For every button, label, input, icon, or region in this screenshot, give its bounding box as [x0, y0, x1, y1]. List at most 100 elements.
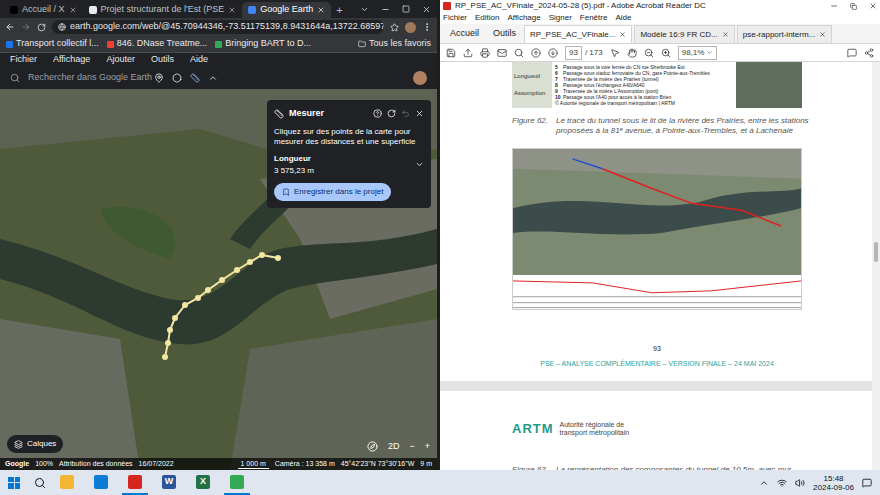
save-button[interactable]: Enregistrer dans le projet [274, 183, 391, 201]
compass-icon[interactable] [367, 441, 378, 452]
bookmark-item[interactable]: Transport collectif l... [6, 37, 99, 51]
zoom-in-icon[interactable] [661, 48, 671, 58]
bookmark-star-icon[interactable] [390, 23, 399, 32]
close-icon[interactable] [228, 6, 236, 14]
close-icon[interactable] [69, 6, 77, 14]
browser-tab[interactable]: Google Earth [242, 2, 331, 18]
comment-icon[interactable] [847, 48, 857, 58]
menu-item[interactable]: Fenêtre [580, 12, 608, 24]
tab-search-icon[interactable] [360, 5, 369, 14]
clock[interactable]: 15:482024-09-06 [813, 474, 854, 492]
prev-page-icon[interactable] [531, 48, 541, 58]
menu-item[interactable]: Signer [549, 12, 572, 24]
bookmark-item[interactable]: Bringing BART to D... [215, 37, 311, 51]
close-icon[interactable] [415, 109, 424, 118]
close-tab-icon[interactable] [722, 31, 729, 38]
profile-avatar-icon[interactable] [405, 22, 416, 33]
select-icon[interactable] [610, 48, 620, 58]
scrollbar[interactable] [872, 62, 880, 470]
view-2d-button[interactable]: 2D [388, 440, 400, 454]
polygon-icon[interactable] [172, 73, 182, 83]
taskbar-app[interactable] [54, 470, 80, 495]
nav-tab[interactable]: Outils [487, 25, 522, 43]
undo-icon[interactable] [401, 109, 410, 118]
measure-point[interactable] [167, 327, 173, 333]
measure-point[interactable] [234, 267, 240, 273]
taskbar-app[interactable] [122, 470, 148, 495]
minimize-icon[interactable] [830, 2, 838, 10]
taskbar-app[interactable]: W [156, 470, 182, 495]
page-input[interactable]: 93 [565, 46, 582, 60]
forward-icon[interactable] [21, 22, 31, 32]
menu-item[interactable]: Aide [190, 53, 208, 67]
mail-icon[interactable] [497, 48, 507, 58]
measure-point[interactable] [259, 252, 265, 258]
upload-icon[interactable] [463, 48, 473, 58]
reload-icon[interactable] [37, 23, 46, 32]
browser-tab[interactable]: Projet structurant de l'Est (PSE [83, 2, 243, 18]
minimize-icon[interactable] [381, 5, 390, 14]
measure-point[interactable] [172, 315, 178, 321]
measure-point[interactable] [275, 255, 281, 261]
menu-item[interactable]: Affichage [53, 53, 90, 67]
zoom-select[interactable]: 98,1% [678, 46, 718, 60]
measure-point[interactable] [182, 302, 188, 308]
measure-point[interactable] [162, 354, 168, 360]
search-icon[interactable] [34, 477, 46, 489]
restore-icon[interactable] [850, 3, 857, 10]
reset-icon[interactable] [387, 109, 396, 118]
menu-item[interactable]: Affichage [507, 12, 540, 24]
ruler-icon[interactable] [190, 73, 200, 83]
help-icon[interactable] [373, 109, 382, 118]
close-window-icon[interactable] [422, 5, 431, 14]
close-tab-icon[interactable] [819, 31, 826, 38]
scroll-thumb[interactable] [874, 242, 878, 262]
address-bar[interactable]: earth.google.com/web/@45.70944346,-73.51… [52, 20, 384, 34]
network-icon[interactable] [777, 478, 787, 488]
zoom-out-icon[interactable] [644, 48, 654, 58]
collapse-icon[interactable] [208, 73, 218, 83]
nav-tab[interactable]: Accueil [444, 25, 485, 43]
bookmark-item[interactable]: 846. DNase Treatme... [107, 37, 208, 51]
measure-point[interactable] [165, 340, 171, 346]
close-tab-icon[interactable] [619, 31, 626, 38]
taskbar-app[interactable] [224, 470, 250, 495]
volume-icon[interactable] [795, 478, 805, 488]
notifications-icon[interactable] [862, 478, 872, 488]
map-view[interactable]: MesurerCliquez sur des points de la cart… [0, 89, 437, 470]
tray-chevron-icon[interactable] [759, 478, 769, 488]
menu-item[interactable]: Aide [615, 12, 631, 24]
share-icon[interactable] [864, 48, 874, 58]
measure-point[interactable] [219, 277, 225, 283]
zoom-out-button[interactable]: − [409, 440, 414, 454]
site-info-icon[interactable] [58, 23, 66, 31]
account-avatar-icon[interactable] [413, 71, 427, 85]
placemark-icon[interactable] [154, 73, 164, 83]
attribution-link[interactable]: Attribution des données [59, 459, 133, 470]
browser-tab[interactable]: Accueil / X [4, 2, 83, 18]
back-icon[interactable] [5, 22, 15, 32]
layers-button[interactable]: Calques [7, 435, 63, 453]
close-window-icon[interactable] [869, 2, 877, 10]
print-icon[interactable] [480, 48, 490, 58]
taskbar-app[interactable]: X [190, 470, 216, 495]
find-icon[interactable] [514, 48, 524, 58]
new-tab-button[interactable]: + [331, 5, 347, 18]
search-icon[interactable] [10, 73, 20, 83]
measure-point[interactable] [247, 259, 253, 265]
next-page-icon[interactable] [548, 48, 558, 58]
close-icon[interactable] [317, 6, 325, 14]
maximize-icon[interactable] [402, 5, 410, 13]
document-tab[interactable]: RP_PSE_AC_VFinale... [524, 25, 632, 43]
document-tab[interactable]: Modèle 16:9 FR CD... [634, 25, 734, 43]
document-tab[interactable]: pse-rapport-interm... [737, 25, 832, 43]
measure-point[interactable] [205, 287, 211, 293]
menu-item[interactable]: Fichier [10, 53, 37, 67]
unit-dropdown-icon[interactable] [415, 160, 424, 169]
taskbar-app[interactable] [88, 470, 114, 495]
hand-icon[interactable] [627, 48, 637, 58]
measure-point[interactable] [195, 295, 201, 301]
all-bookmarks[interactable]: Tous les favoris [358, 37, 431, 51]
start-button[interactable] [8, 477, 20, 489]
menu-item[interactable]: Edition [475, 12, 499, 24]
